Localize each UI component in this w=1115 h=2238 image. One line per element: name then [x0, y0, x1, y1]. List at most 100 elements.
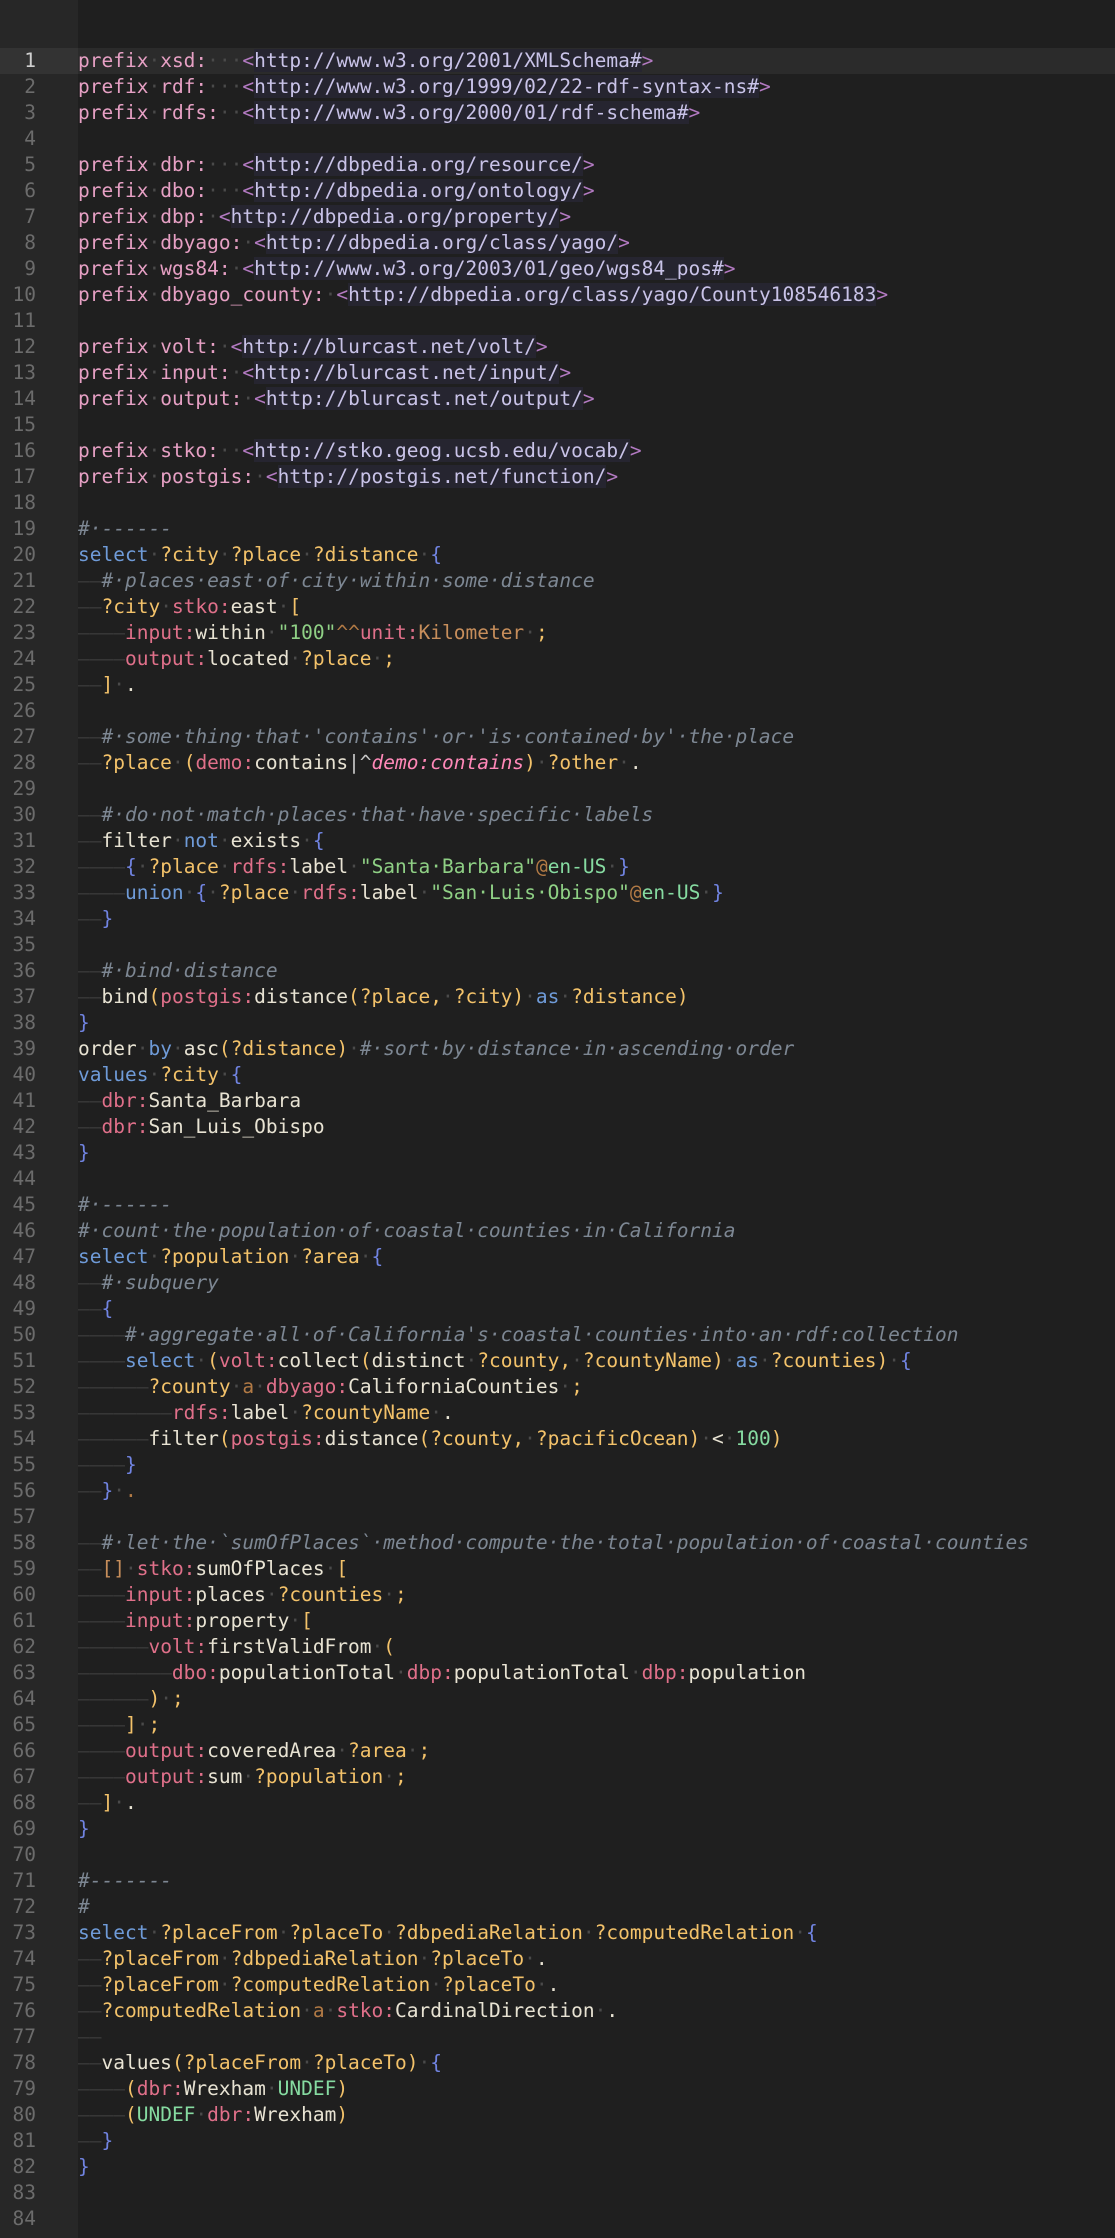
code-line[interactable]: ——?city·stko:east·[: [78, 594, 1115, 620]
code-line[interactable]: ————(UNDEF·dbr:Wrexham): [78, 2102, 1115, 2128]
code-line[interactable]: prefix·wgs84:·<http://www.w3.org/2003/01…: [78, 256, 1115, 282]
code-line[interactable]: }: [78, 1010, 1115, 1036]
code-line[interactable]: select·?population·?area·{: [78, 1244, 1115, 1270]
code-token: property: [195, 1609, 290, 1632]
code-line[interactable]: ————————dbo:populationTotal·dbp:populati…: [78, 1660, 1115, 1686]
code-line-text: ——]·.: [78, 1790, 137, 1816]
code-line[interactable]: [78, 490, 1115, 516]
code-line[interactable]: ————input:places·?counties·;: [78, 1582, 1115, 1608]
code-line[interactable]: prefix·rdf:···<http://www.w3.org/1999/02…: [78, 74, 1115, 100]
code-line[interactable]: ————}: [78, 1452, 1115, 1478]
code-line[interactable]: [78, 412, 1115, 438]
code-line[interactable]: [78, 932, 1115, 958]
code-line[interactable]: ————{·?place·rdfs:label·"Santa·Barbara"@…: [78, 854, 1115, 880]
code-line[interactable]: ——?place·(demo:contains|^demo:contains)·…: [78, 750, 1115, 776]
code-line[interactable]: ——[]·stko:sumOfPlaces·[: [78, 1556, 1115, 1582]
code-line[interactable]: ————#·aggregate·all·of·California's·coas…: [78, 1322, 1115, 1348]
code-line[interactable]: [78, 1166, 1115, 1192]
code-line[interactable]: #·------: [78, 516, 1115, 542]
code-line[interactable]: }: [78, 1140, 1115, 1166]
code-line[interactable]: [78, 308, 1115, 334]
code-line[interactable]: ————————rdfs:label·?countyName·.: [78, 1400, 1115, 1426]
code-line[interactable]: select·?placeFrom·?placeTo·?dbpediaRelat…: [78, 1920, 1115, 1946]
code-editor[interactable]: 1 2 3 4 5 6 7 8 9 10 11 12 13 14 15 16 17 18 19 20 21 22 23 24 2…: [0, 0, 1115, 2238]
code-line[interactable]: ————input:property·[: [78, 1608, 1115, 1634]
code-line[interactable]: [78, 126, 1115, 152]
code-line[interactable]: }: [78, 2154, 1115, 2180]
code-line[interactable]: ————select·(volt:collect(distinct·?count…: [78, 1348, 1115, 1374]
code-line[interactable]: ——]·.: [78, 672, 1115, 698]
code-line[interactable]: ——?computedRelation·a·stko:CardinalDirec…: [78, 1998, 1115, 2024]
code-line[interactable]: ——?placeFrom·?computedRelation·?placeTo·…: [78, 1972, 1115, 1998]
code-line[interactable]: ——}·.: [78, 1478, 1115, 1504]
code-line[interactable]: ————(dbr:Wrexham·UNDEF): [78, 2076, 1115, 2102]
code-line[interactable]: ——#·some·thing·that·'contains'·or·'is·co…: [78, 724, 1115, 750]
code-line[interactable]: prefix·dbr:···<http://dbpedia.org/resour…: [78, 152, 1115, 178]
code-line[interactable]: ——?placeFrom·?dbpediaRelation·?placeTo·.: [78, 1946, 1115, 1972]
line-number: 5: [24, 153, 36, 176]
code-line[interactable]: #-------: [78, 1868, 1115, 1894]
code-line[interactable]: }: [78, 1816, 1115, 1842]
code-line[interactable]: ——————?county·a·dbyago:CaliforniaCountie…: [78, 1374, 1115, 1400]
code-line[interactable]: ——filter·not·exists·{: [78, 828, 1115, 854]
code-line[interactable]: ——#·subquery: [78, 1270, 1115, 1296]
code-line[interactable]: ————output:coveredArea·?area·;: [78, 1738, 1115, 1764]
code-line[interactable]: ——values(?placeFrom·?placeTo)·{: [78, 2050, 1115, 2076]
gutter-row: 71: [0, 1868, 78, 1894]
code-line[interactable]: prefix·postgis:·<http://postgis.net/func…: [78, 464, 1115, 490]
code-token: ————: [78, 1739, 125, 1762]
code-line[interactable]: [78, 698, 1115, 724]
code-line[interactable]: ————]·;: [78, 1712, 1115, 1738]
code-line[interactable]: prefix·xsd:···<http://www.w3.org/2001/XM…: [78, 48, 1115, 74]
code-line[interactable]: [78, 1504, 1115, 1530]
code-line[interactable]: prefix·rdfs:··<http://www.w3.org/2000/01…: [78, 100, 1115, 126]
code-line[interactable]: ————output:sum·?population·;: [78, 1764, 1115, 1790]
code-line[interactable]: prefix·dbo:···<http://dbpedia.org/ontolo…: [78, 178, 1115, 204]
code-line[interactable]: ——#·let·the·`sumOfPlaces`·method·compute…: [78, 1530, 1115, 1556]
code-line[interactable]: ——#·do·not·match·places·that·have·specif…: [78, 802, 1115, 828]
code-line[interactable]: ——————filter(postgis:distance(?county,·?…: [78, 1426, 1115, 1452]
code-line[interactable]: ——dbr:Santa_Barbara: [78, 1088, 1115, 1114]
code-line[interactable]: order·by·asc(?distance)·#·sort·by·distan…: [78, 1036, 1115, 1062]
code-token: ——: [78, 751, 102, 774]
code-area[interactable]: prefix·xsd:···<http://www.w3.org/2001/XM…: [78, 0, 1115, 2238]
code-line[interactable]: prefix·dbyago:·<http://dbpedia.org/class…: [78, 230, 1115, 256]
code-line[interactable]: ————output:located·?place·;: [78, 646, 1115, 672]
gutter-row: 34: [0, 906, 78, 932]
code-line[interactable]: values·?city·{: [78, 1062, 1115, 1088]
code-line[interactable]: prefix·input:·<http://blurcast.net/input…: [78, 360, 1115, 386]
code-line[interactable]: ————input:within·"100"^^unit:Kilometer·;: [78, 620, 1115, 646]
gutter-row: 29: [0, 776, 78, 802]
code-line[interactable]: ——{: [78, 1296, 1115, 1322]
code-line[interactable]: ——}: [78, 2128, 1115, 2154]
code-line[interactable]: select·?city·?place·?distance·{: [78, 542, 1115, 568]
code-line[interactable]: ——]·.: [78, 1790, 1115, 1816]
code-line[interactable]: prefix·output:·<http://blurcast.net/outp…: [78, 386, 1115, 412]
code-line[interactable]: #·------: [78, 1192, 1115, 1218]
code-line[interactable]: ——: [78, 2024, 1115, 2050]
code-line[interactable]: ——#·bind·distance: [78, 958, 1115, 984]
code-line[interactable]: prefix·stko:··<http://stko.geog.ucsb.edu…: [78, 438, 1115, 464]
code-line[interactable]: ——bind(postgis:distance(?place,·?city)·a…: [78, 984, 1115, 1010]
code-line[interactable]: prefix·volt:·<http://blurcast.net/volt/>: [78, 334, 1115, 360]
code-line-text: ——?city·stko:east·[: [78, 594, 301, 620]
code-token: .: [124, 673, 137, 696]
code-line[interactable]: #·count·the·population·of·coastal·counti…: [78, 1218, 1115, 1244]
code-line[interactable]: ——————volt:firstValidFrom·(: [78, 1634, 1115, 1660]
code-line[interactable]: ——}: [78, 906, 1115, 932]
code-line[interactable]: [78, 2180, 1115, 2206]
code-line[interactable]: ——dbr:San_Luis_Obispo: [78, 1114, 1115, 1140]
code-line[interactable]: ————union·{·?place·rdfs:label·"San·Luis·…: [78, 880, 1115, 906]
code-line-text: prefix·rdfs:··<http://www.w3.org/2000/01…: [78, 100, 700, 126]
code-line[interactable]: ——#·places·east·of·city·within·some·dist…: [78, 568, 1115, 594]
code-token: ————: [78, 1323, 125, 1346]
code-line[interactable]: ——————)·;: [78, 1686, 1115, 1712]
code-line[interactable]: [78, 776, 1115, 802]
code-line[interactable]: #: [78, 1894, 1115, 1920]
code-line[interactable]: prefix·dbyago_county:·<http://dbpedia.or…: [78, 282, 1115, 308]
code-token: ··: [218, 439, 243, 462]
code-line[interactable]: [78, 2206, 1115, 2232]
code-line[interactable]: prefix·dbp:·<http://dbpedia.org/property…: [78, 204, 1115, 230]
code-token: ·: [148, 1063, 161, 1086]
code-line[interactable]: [78, 1842, 1115, 1868]
